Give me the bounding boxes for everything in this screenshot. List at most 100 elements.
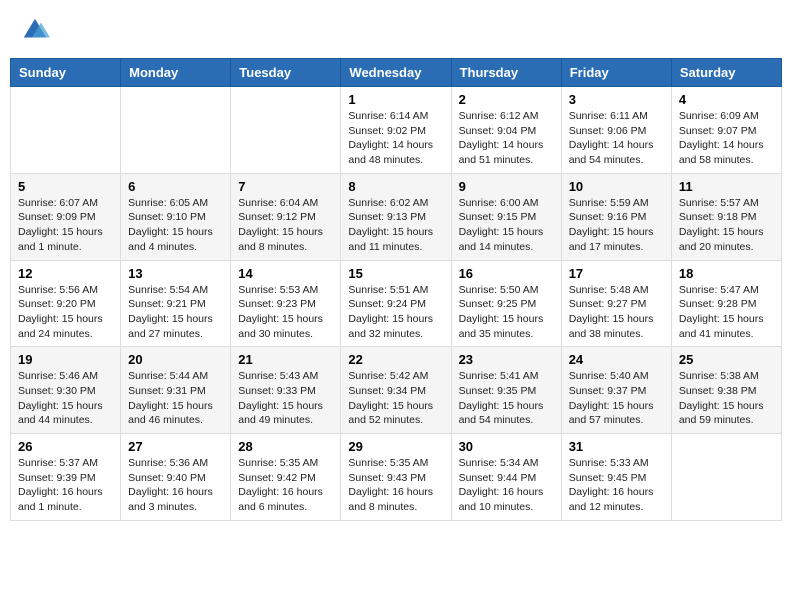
day-number-15: 15 <box>348 266 443 281</box>
day-cell-24: 24 Sunrise: 5:40 AM Sunset: 9:37 PM Dayli… <box>561 347 671 434</box>
day-number-25: 25 <box>679 352 774 367</box>
header-wednesday: Wednesday <box>341 59 451 87</box>
day-cell-1: 1 Sunrise: 6:14 AM Sunset: 9:02 PM Daylig… <box>341 87 451 174</box>
day-cell-14: 14 Sunrise: 5:53 AM Sunset: 9:23 PM Dayli… <box>231 260 341 347</box>
calendar-table: SundayMondayTuesdayWednesdayThursdayFrid… <box>10 58 782 521</box>
day-number-2: 2 <box>459 92 554 107</box>
day-number-11: 11 <box>679 179 774 194</box>
day-number-16: 16 <box>459 266 554 281</box>
day-cell-6: 6 Sunrise: 6:05 AM Sunset: 9:10 PM Daylig… <box>121 173 231 260</box>
logo-icon <box>20 15 50 45</box>
day-number-18: 18 <box>679 266 774 281</box>
header-sunday: Sunday <box>11 59 121 87</box>
day-number-21: 21 <box>238 352 333 367</box>
day-info-28: Sunrise: 5:35 AM Sunset: 9:42 PM Dayligh… <box>238 456 333 515</box>
day-cell-19: 19 Sunrise: 5:46 AM Sunset: 9:30 PM Dayli… <box>11 347 121 434</box>
day-number-27: 27 <box>128 439 223 454</box>
day-info-16: Sunrise: 5:50 AM Sunset: 9:25 PM Dayligh… <box>459 283 554 342</box>
day-cell-28: 28 Sunrise: 5:35 AM Sunset: 9:42 PM Dayli… <box>231 434 341 521</box>
page-header <box>10 10 782 50</box>
day-info-20: Sunrise: 5:44 AM Sunset: 9:31 PM Dayligh… <box>128 369 223 428</box>
day-info-23: Sunrise: 5:41 AM Sunset: 9:35 PM Dayligh… <box>459 369 554 428</box>
day-cell-2: 2 Sunrise: 6:12 AM Sunset: 9:04 PM Daylig… <box>451 87 561 174</box>
day-cell-3: 3Sunrise: 6:11 AM Sunset: 9:06 PM Daylig… <box>561 87 671 174</box>
day-info-26: Sunrise: 5:37 AM Sunset: 9:39 PM Dayligh… <box>18 456 113 515</box>
day-number-10: 10 <box>569 179 664 194</box>
day-info-17: Sunrise: 5:48 AM Sunset: 9:27 PM Dayligh… <box>569 283 664 342</box>
day-cell-18: 18 Sunrise: 5:47 AM Sunset: 9:28 PM Dayli… <box>671 260 781 347</box>
day-number-24: 24 <box>569 352 664 367</box>
day-number-31: 31 <box>569 439 664 454</box>
day-cell-27: 27 Sunrise: 5:36 AM Sunset: 9:40 PM Dayli… <box>121 434 231 521</box>
day-info-6: Sunrise: 6:05 AM Sunset: 9:10 PM Dayligh… <box>128 196 223 255</box>
day-cell-25: 25 Sunrise: 5:38 AM Sunset: 9:38 PM Dayli… <box>671 347 781 434</box>
day-number-7: 7 <box>238 179 333 194</box>
day-cell-8: 8 Sunrise: 6:02 AM Sunset: 9:13 PM Daylig… <box>341 173 451 260</box>
day-number-22: 22 <box>348 352 443 367</box>
day-info-14: Sunrise: 5:53 AM Sunset: 9:23 PM Dayligh… <box>238 283 333 342</box>
day-cell-30: 30Sunrise: 5:34 AM Sunset: 9:44 PM Dayli… <box>451 434 561 521</box>
day-info-27: Sunrise: 5:36 AM Sunset: 9:40 PM Dayligh… <box>128 456 223 515</box>
empty-cell <box>121 87 231 174</box>
day-number-26: 26 <box>18 439 113 454</box>
day-info-11: Sunrise: 5:57 AM Sunset: 9:18 PM Dayligh… <box>679 196 774 255</box>
day-cell-13: 13Sunrise: 5:54 AM Sunset: 9:21 PM Dayli… <box>121 260 231 347</box>
day-cell-15: 15 Sunrise: 5:51 AM Sunset: 9:24 PM Dayli… <box>341 260 451 347</box>
week-row-1: 1 Sunrise: 6:14 AM Sunset: 9:02 PM Daylig… <box>11 87 782 174</box>
day-cell-31: 31 Sunrise: 5:33 AM Sunset: 9:45 PM Dayli… <box>561 434 671 521</box>
week-row-4: 19 Sunrise: 5:46 AM Sunset: 9:30 PM Dayli… <box>11 347 782 434</box>
day-info-31: Sunrise: 5:33 AM Sunset: 9:45 PM Dayligh… <box>569 456 664 515</box>
day-info-15: Sunrise: 5:51 AM Sunset: 9:24 PM Dayligh… <box>348 283 443 342</box>
day-info-12: Sunrise: 5:56 AM Sunset: 9:20 PM Dayligh… <box>18 283 113 342</box>
day-info-8: Sunrise: 6:02 AM Sunset: 9:13 PM Dayligh… <box>348 196 443 255</box>
week-row-5: 26 Sunrise: 5:37 AM Sunset: 9:39 PM Dayli… <box>11 434 782 521</box>
day-number-6: 6 <box>128 179 223 194</box>
logo <box>20 15 54 45</box>
day-number-9: 9 <box>459 179 554 194</box>
day-number-14: 14 <box>238 266 333 281</box>
day-info-24: Sunrise: 5:40 AM Sunset: 9:37 PM Dayligh… <box>569 369 664 428</box>
day-number-19: 19 <box>18 352 113 367</box>
day-number-8: 8 <box>348 179 443 194</box>
day-info-18: Sunrise: 5:47 AM Sunset: 9:28 PM Dayligh… <box>679 283 774 342</box>
header-tuesday: Tuesday <box>231 59 341 87</box>
day-info-29: Sunrise: 5:35 AM Sunset: 9:43 PM Dayligh… <box>348 456 443 515</box>
day-cell-4: 4Sunrise: 6:09 AM Sunset: 9:07 PM Daylig… <box>671 87 781 174</box>
day-number-13: 13 <box>128 266 223 281</box>
day-cell-20: 20Sunrise: 5:44 AM Sunset: 9:31 PM Dayli… <box>121 347 231 434</box>
day-cell-22: 22 Sunrise: 5:42 AM Sunset: 9:34 PM Dayli… <box>341 347 451 434</box>
calendar-header-row: SundayMondayTuesdayWednesdayThursdayFrid… <box>11 59 782 87</box>
week-row-2: 5 Sunrise: 6:07 AM Sunset: 9:09 PM Daylig… <box>11 173 782 260</box>
day-number-28: 28 <box>238 439 333 454</box>
day-cell-9: 9Sunrise: 6:00 AM Sunset: 9:15 PM Daylig… <box>451 173 561 260</box>
day-number-30: 30 <box>459 439 554 454</box>
day-info-2: Sunrise: 6:12 AM Sunset: 9:04 PM Dayligh… <box>459 109 554 168</box>
day-info-5: Sunrise: 6:07 AM Sunset: 9:09 PM Dayligh… <box>18 196 113 255</box>
day-cell-12: 12 Sunrise: 5:56 AM Sunset: 9:20 PM Dayli… <box>11 260 121 347</box>
day-cell-5: 5 Sunrise: 6:07 AM Sunset: 9:09 PM Daylig… <box>11 173 121 260</box>
day-info-25: Sunrise: 5:38 AM Sunset: 9:38 PM Dayligh… <box>679 369 774 428</box>
day-number-12: 12 <box>18 266 113 281</box>
header-saturday: Saturday <box>671 59 781 87</box>
day-number-29: 29 <box>348 439 443 454</box>
day-info-1: Sunrise: 6:14 AM Sunset: 9:02 PM Dayligh… <box>348 109 443 168</box>
empty-cell <box>11 87 121 174</box>
day-cell-21: 21Sunrise: 5:43 AM Sunset: 9:33 PM Dayli… <box>231 347 341 434</box>
day-info-19: Sunrise: 5:46 AM Sunset: 9:30 PM Dayligh… <box>18 369 113 428</box>
day-cell-7: 7 Sunrise: 6:04 AM Sunset: 9:12 PM Daylig… <box>231 173 341 260</box>
empty-cell <box>671 434 781 521</box>
header-thursday: Thursday <box>451 59 561 87</box>
day-cell-16: 16 Sunrise: 5:50 AM Sunset: 9:25 PM Dayli… <box>451 260 561 347</box>
week-row-3: 12 Sunrise: 5:56 AM Sunset: 9:20 PM Dayli… <box>11 260 782 347</box>
day-info-4: Sunrise: 6:09 AM Sunset: 9:07 PM Dayligh… <box>679 109 774 168</box>
day-number-23: 23 <box>459 352 554 367</box>
header-monday: Monday <box>121 59 231 87</box>
day-info-7: Sunrise: 6:04 AM Sunset: 9:12 PM Dayligh… <box>238 196 333 255</box>
day-number-5: 5 <box>18 179 113 194</box>
day-info-22: Sunrise: 5:42 AM Sunset: 9:34 PM Dayligh… <box>348 369 443 428</box>
day-info-10: Sunrise: 5:59 AM Sunset: 9:16 PM Dayligh… <box>569 196 664 255</box>
day-number-1: 1 <box>348 92 443 107</box>
day-number-3: 3 <box>569 92 664 107</box>
day-cell-17: 17Sunrise: 5:48 AM Sunset: 9:27 PM Dayli… <box>561 260 671 347</box>
day-cell-23: 23 Sunrise: 5:41 AM Sunset: 9:35 PM Dayli… <box>451 347 561 434</box>
